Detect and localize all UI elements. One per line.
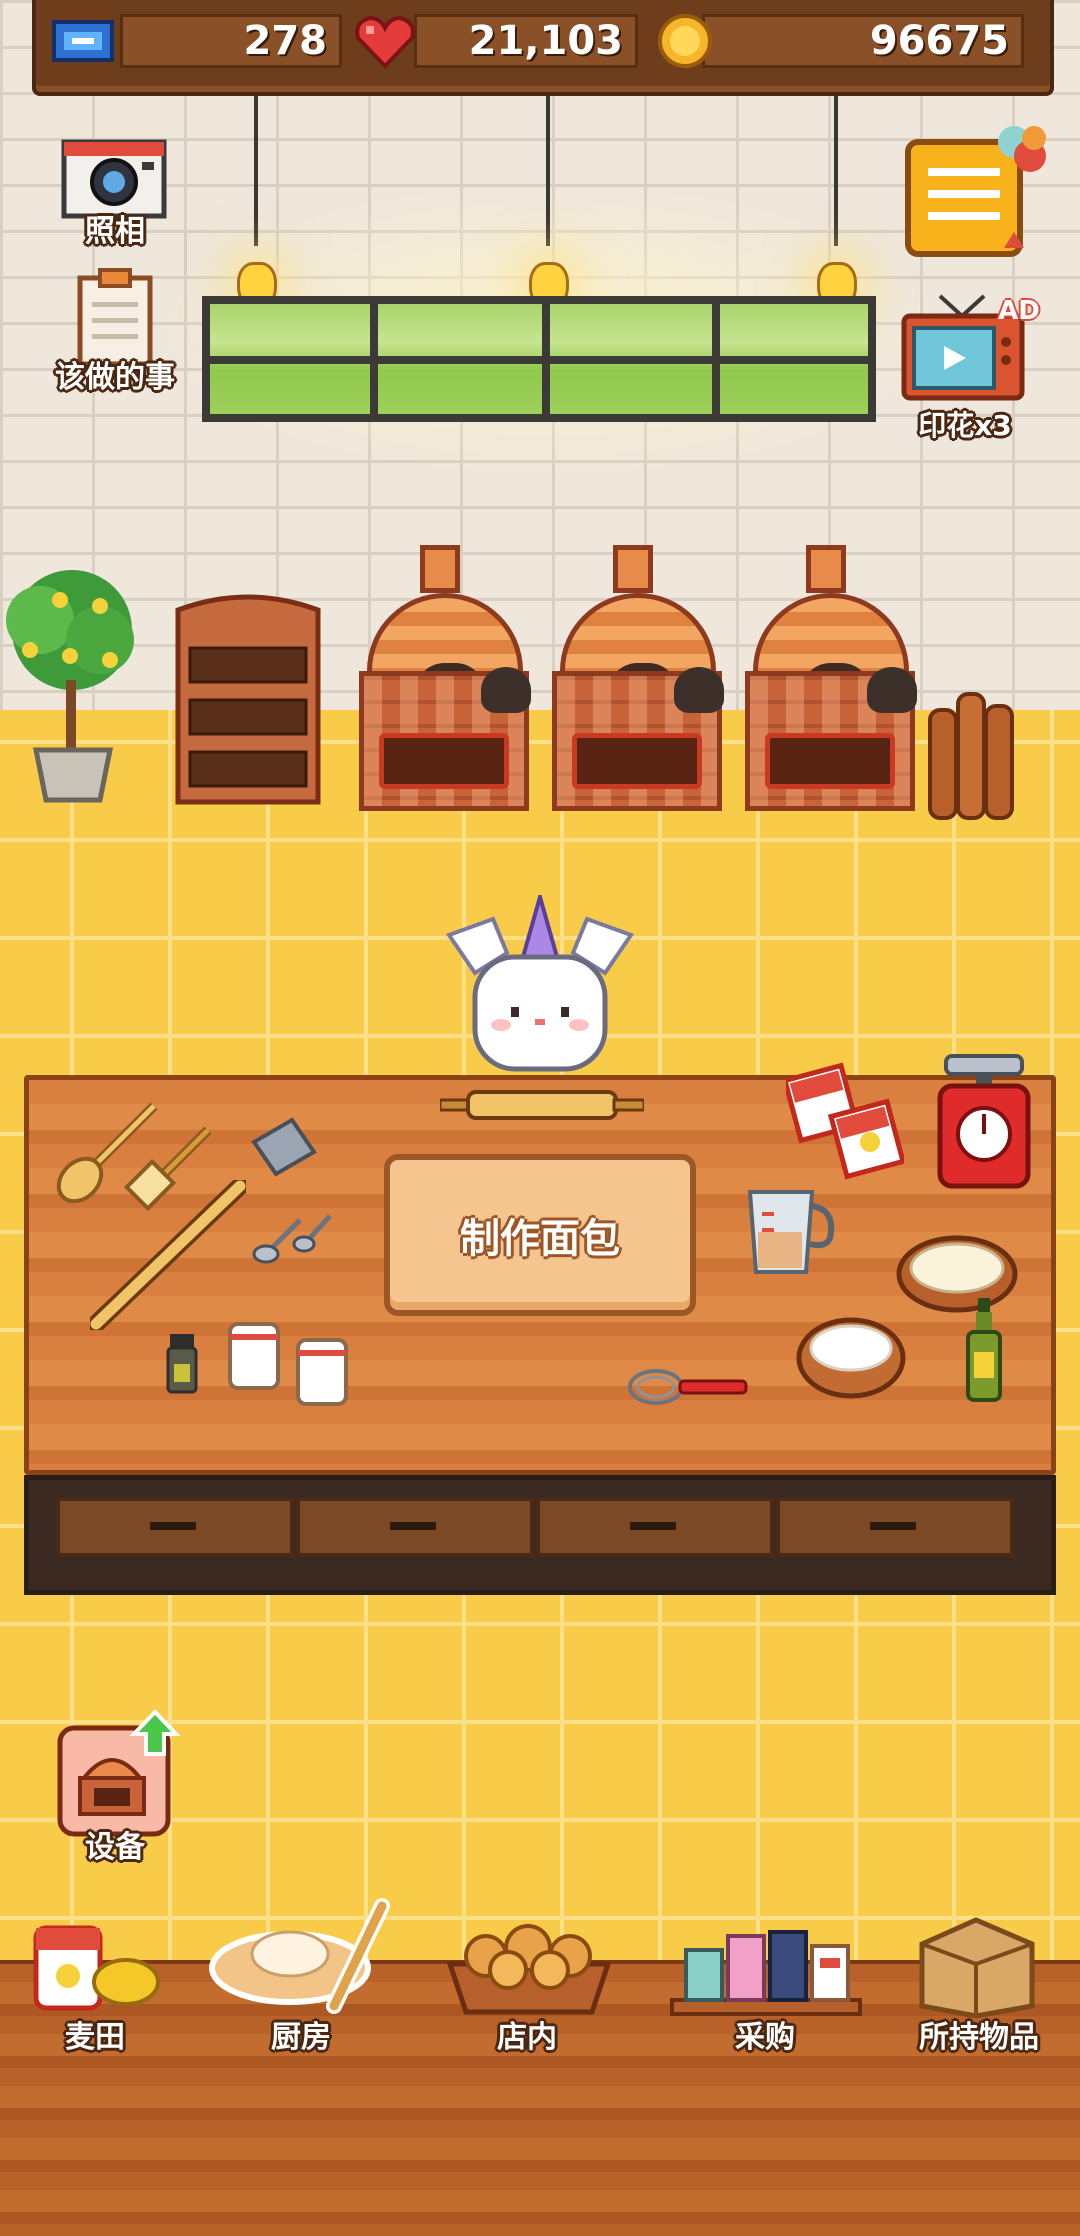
measuring-cup-icon (740, 1182, 840, 1278)
oven-chimney (420, 545, 460, 593)
nav-label-shop-interior: 店内 (497, 2020, 557, 2055)
notice-icon (905, 126, 1046, 257)
todo-label: 该做的事 (55, 360, 175, 395)
oven-3[interactable] (741, 545, 931, 815)
bread-shelf[interactable] (174, 590, 322, 806)
measuring-spoons-icon (250, 1210, 336, 1266)
firewood-stack (926, 690, 1018, 822)
potted-tree (0, 560, 150, 820)
ticket-icon (50, 12, 116, 70)
coin-count: 96675 (702, 14, 1024, 68)
scraper-icon (246, 1116, 318, 1178)
equipment-label: 设备 (85, 1830, 145, 1865)
rolling-pin-icon (438, 1090, 646, 1120)
whisk-icon (626, 1364, 752, 1410)
ticket-count: 278 (120, 14, 342, 68)
nav-purchase[interactable] (668, 1926, 864, 2018)
sugar-jar-icon (294, 1334, 350, 1408)
oven-1[interactable] (355, 545, 545, 815)
kitchen-scale-icon (936, 1052, 1032, 1192)
nav-label-inventory: 所持物品 (919, 2020, 1039, 2055)
ad-badge: AD (998, 296, 1040, 326)
oven-door (765, 733, 895, 789)
kitchen-icon (209, 1898, 390, 2014)
butter-packs-icon (781, 1062, 907, 1180)
drawer-handle (390, 1522, 436, 1530)
coin-icon (652, 12, 718, 70)
nav-kitchen[interactable] (206, 1896, 396, 2016)
nav-inventory[interactable] (912, 1910, 1042, 2020)
wheat-field-icon (33, 1925, 160, 2011)
nav-label-purchase: 采购 (735, 2020, 795, 2055)
notice-board-button[interactable] (902, 120, 1052, 270)
nav-label-kitchen: 厨房 (271, 2020, 331, 2055)
camera-label: 照相 (85, 214, 145, 249)
stamp-label: 印花x3 (918, 409, 1012, 442)
purchase-icon (670, 1930, 862, 2016)
drawer-handle (630, 1522, 676, 1530)
nav-label-wheat-field: 麦田 (65, 2020, 125, 2055)
flour-bowl-icon (794, 1310, 908, 1404)
shop-interior-icon (446, 1924, 612, 2015)
light-cord (834, 96, 838, 246)
oven-door (379, 733, 509, 789)
oven-peel-icon (867, 667, 917, 713)
oven-2[interactable] (548, 545, 738, 815)
nav-wheat-field[interactable] (26, 1918, 166, 2018)
spice-jar-icon (166, 1330, 198, 1396)
light-cord (254, 96, 258, 246)
oven-peel-icon (481, 667, 531, 713)
flour-jar-icon (226, 1318, 282, 1392)
oven-chimney (806, 545, 846, 593)
heart-icon (352, 12, 418, 70)
drawer-handle (150, 1522, 196, 1530)
oven-peel-icon (674, 667, 724, 713)
oil-bottle-icon (964, 1296, 1004, 1404)
heart-count: 21,103 (414, 14, 638, 68)
inventory-icon (919, 1917, 1035, 2019)
upgrade-arrow-icon (129, 1708, 181, 1758)
baker-character[interactable] (445, 889, 635, 1075)
drawer-handle (870, 1522, 916, 1530)
oven-chimney (613, 545, 653, 593)
window-frame (202, 356, 876, 364)
nav-shop-interior[interactable] (444, 1914, 614, 2018)
oven-door (572, 733, 702, 789)
long-rolling-pin-icon (87, 1177, 249, 1333)
light-cord (546, 96, 550, 246)
make-bread-button[interactable]: 制作面包 (384, 1154, 696, 1316)
